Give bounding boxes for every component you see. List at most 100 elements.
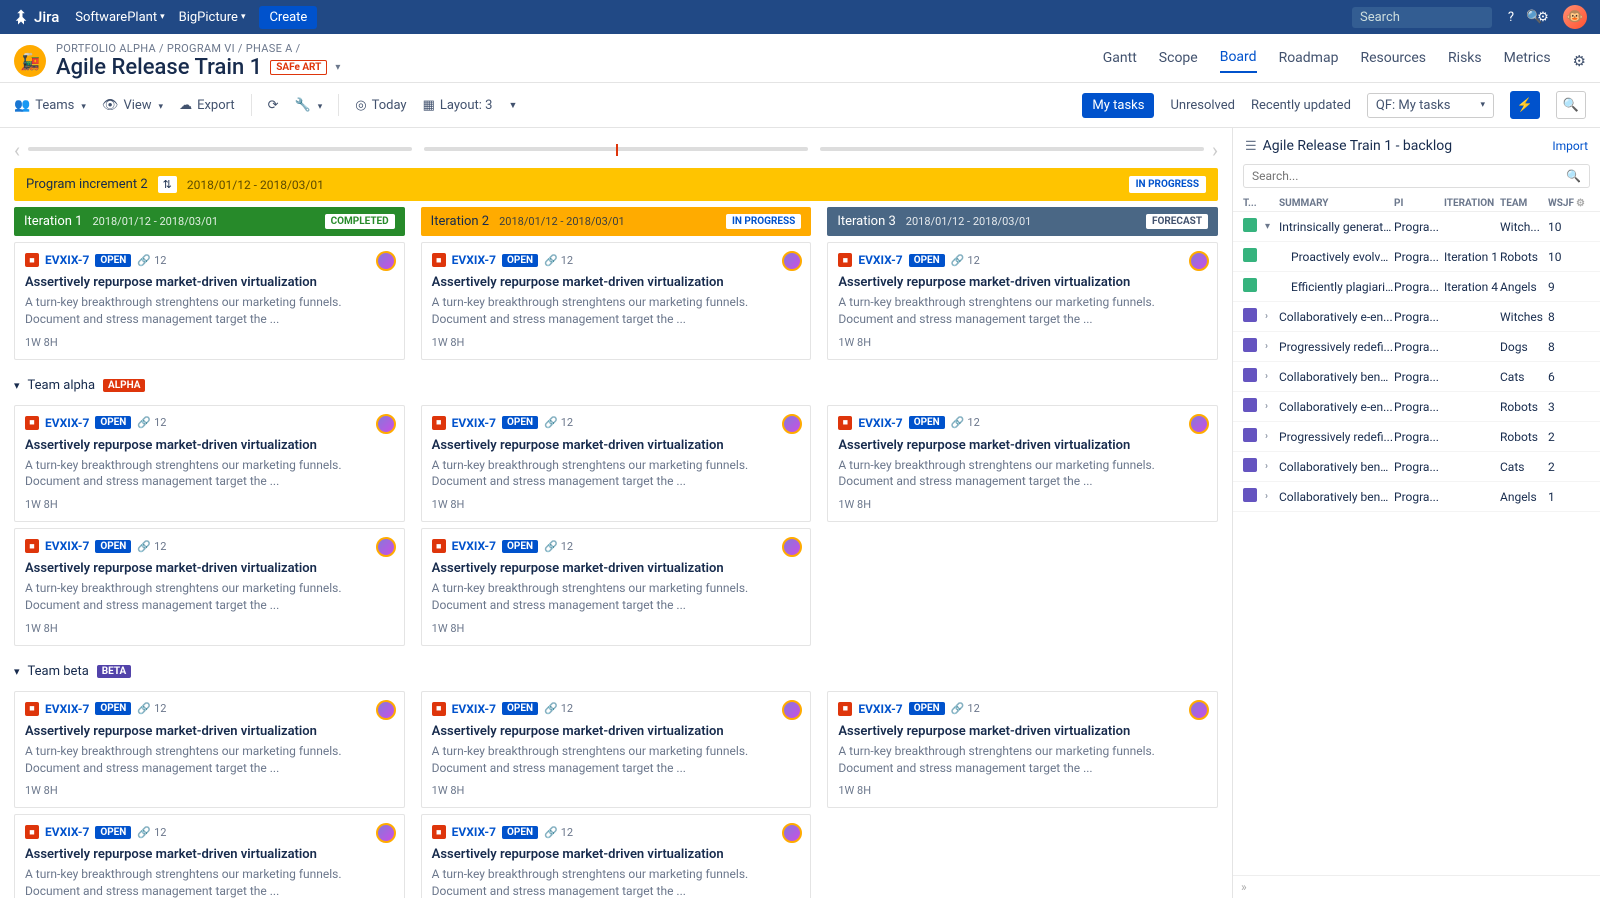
assignee-avatar[interactable] <box>376 700 396 720</box>
pi-expand-icon[interactable]: ⇅ <box>158 176 177 193</box>
settings-icon[interactable]: ⚙ <box>1530 4 1556 30</box>
quick-filter-select[interactable]: QF: My tasks▾ <box>1367 93 1494 118</box>
issue-key[interactable]: EVXIX-7 <box>452 253 496 267</box>
tab-scope[interactable]: Scope <box>1159 50 1198 72</box>
tab-board[interactable]: Board <box>1220 49 1257 73</box>
issue-key[interactable]: EVXIX-7 <box>45 253 89 267</box>
help-icon[interactable]: ? <box>1498 4 1524 30</box>
link-count[interactable]: 🔗12 <box>137 416 166 429</box>
filter-dropdown[interactable]: ▼ <box>508 100 517 111</box>
unresolved-filter[interactable]: Unresolved <box>1170 98 1235 113</box>
backlog-row[interactable]: ▾ Intrinsically generate... Progra... Wi… <box>1233 212 1600 242</box>
link-count[interactable]: 🔗12 <box>137 702 166 715</box>
board-settings-icon[interactable]: ⚙ <box>1573 52 1586 70</box>
bolt-button[interactable]: ⚡ <box>1510 91 1540 119</box>
backlog-search[interactable]: 🔍 <box>1243 164 1590 188</box>
expand-icon[interactable]: › <box>1265 401 1279 412</box>
wrench-dropdown[interactable]: 🔧 <box>295 98 323 113</box>
backlog-row[interactable]: Efficiently plagiariz... Progra... Itera… <box>1233 272 1600 302</box>
layout-dropdown[interactable]: ▦Layout: 3 <box>423 98 493 113</box>
assignee-avatar[interactable] <box>782 823 802 843</box>
title-dropdown[interactable]: ▾ <box>335 62 340 73</box>
backlog-row[interactable]: › Collaboratively e-en... Progra... Robo… <box>1233 392 1600 422</box>
jira-logo[interactable]: Jira <box>12 8 59 26</box>
assignee-avatar[interactable] <box>376 414 396 434</box>
tab-gantt[interactable]: Gantt <box>1103 50 1137 72</box>
user-avatar[interactable]: 🐵 <box>1562 4 1588 30</box>
expand-icon[interactable]: › <box>1265 431 1279 442</box>
issue-key[interactable]: EVXIX-7 <box>452 702 496 716</box>
backlog-row[interactable]: › Collaboratively benc... Progra... Cats… <box>1233 362 1600 392</box>
assignee-avatar[interactable] <box>1189 414 1209 434</box>
link-count[interactable]: 🔗12 <box>544 826 573 839</box>
backlog-row[interactable]: Proactively evolve... Progra... Iteratio… <box>1233 242 1600 272</box>
tab-resources[interactable]: Resources <box>1360 50 1426 72</box>
link-count[interactable]: 🔗12 <box>137 826 166 839</box>
link-count[interactable]: 🔗12 <box>544 416 573 429</box>
issue-key[interactable]: EVXIX-7 <box>45 539 89 553</box>
gear-icon[interactable]: ⚙ <box>1576 198 1590 209</box>
backlog-search-input[interactable] <box>1252 169 1566 183</box>
team-alpha-header[interactable]: ▾ Team alpha ALPHA <box>14 378 1218 393</box>
issue-card[interactable]: ■ EVXIX-7 OPEN 🔗12 Assertively repurpose… <box>14 405 405 523</box>
my-tasks-button[interactable]: My tasks <box>1082 93 1154 118</box>
team-beta-header[interactable]: ▾ Team beta BETA <box>14 664 1218 679</box>
expand-icon[interactable]: › <box>1265 371 1279 382</box>
issue-key[interactable]: EVXIX-7 <box>45 702 89 716</box>
search-button[interactable]: 🔍 <box>1556 91 1586 119</box>
link-count[interactable]: 🔗12 <box>544 702 573 715</box>
assignee-avatar[interactable] <box>782 537 802 557</box>
backlog-row[interactable]: › Collaboratively benc... Progra... Ange… <box>1233 482 1600 512</box>
link-count[interactable]: 🔗12 <box>951 416 980 429</box>
link-count[interactable]: 🔗12 <box>137 540 166 553</box>
export-button[interactable]: ☁Export <box>179 98 235 113</box>
issue-key[interactable]: EVXIX-7 <box>45 825 89 839</box>
global-search[interactable]: 🔍 <box>1352 7 1492 28</box>
project-icon[interactable]: 🚂 <box>14 45 46 77</box>
tab-roadmap[interactable]: Roadmap <box>1279 50 1339 72</box>
nav-softwareplant[interactable]: SoftwarePlant <box>75 10 164 25</box>
refresh-button[interactable]: ⟳ <box>268 98 279 113</box>
issue-card[interactable]: ■ EVXIX-7 OPEN 🔗12 Assertively repurpose… <box>14 691 405 809</box>
issue-card[interactable]: ■ EVXIX-7 OPEN 🔗12 Assertively repurpose… <box>827 405 1218 523</box>
tab-risks[interactable]: Risks <box>1448 50 1482 72</box>
issue-key[interactable]: EVXIX-7 <box>858 416 902 430</box>
assignee-avatar[interactable] <box>376 251 396 271</box>
issue-key[interactable]: EVXIX-7 <box>858 253 902 267</box>
create-button[interactable]: Create <box>259 6 317 29</box>
issue-card[interactable]: ■ EVXIX-7 OPEN 🔗12 Assertively repurpose… <box>827 691 1218 809</box>
issue-card[interactable]: ■ EVXIX-7 OPEN 🔗12 Assertively repurpose… <box>421 814 812 898</box>
issue-card[interactable]: ■ EVXIX-7 OPEN 🔗12 Assertively repurpose… <box>14 528 405 646</box>
assignee-avatar[interactable] <box>1189 700 1209 720</box>
issue-key[interactable]: EVXIX-7 <box>452 825 496 839</box>
issue-card[interactable]: ■ EVXIX-7 OPEN 🔗12 Assertively repurpose… <box>421 242 812 360</box>
teams-dropdown[interactable]: 👥Teams <box>14 98 86 113</box>
assignee-avatar[interactable] <box>782 251 802 271</box>
issue-card[interactable]: ■ EVXIX-7 OPEN 🔗12 Assertively repurpose… <box>14 814 405 898</box>
issue-key[interactable]: EVXIX-7 <box>45 416 89 430</box>
today-button[interactable]: ◎Today <box>355 98 406 113</box>
expand-icon[interactable]: ▾ <box>1265 221 1279 232</box>
expand-icon[interactable]: › <box>1265 461 1279 472</box>
recently-updated-filter[interactable]: Recently updated <box>1251 98 1351 113</box>
timeline-next[interactable]: › <box>1212 138 1218 162</box>
breadcrumb[interactable]: PORTFOLIO ALPHA / PROGRAM VI / PHASE A / <box>56 42 340 55</box>
issue-card[interactable]: ■ EVXIX-7 OPEN 🔗12 Assertively repurpose… <box>421 528 812 646</box>
issue-card[interactable]: ■ EVXIX-7 OPEN 🔗12 Assertively repurpose… <box>14 242 405 360</box>
issue-card[interactable]: ■ EVXIX-7 OPEN 🔗12 Assertively repurpose… <box>421 691 812 809</box>
timeline-prev[interactable]: ‹ <box>14 138 20 162</box>
link-count[interactable]: 🔗12 <box>137 254 166 267</box>
link-count[interactable]: 🔗12 <box>544 540 573 553</box>
expand-icon[interactable]: › <box>1265 341 1279 352</box>
expand-icon[interactable]: › <box>1265 491 1279 502</box>
link-count[interactable]: 🔗12 <box>951 702 980 715</box>
collapse-panel-icon[interactable]: » <box>1241 880 1247 894</box>
backlog-row[interactable]: › Progressively redefi... Progra... Dogs… <box>1233 332 1600 362</box>
issue-key[interactable]: EVXIX-7 <box>452 416 496 430</box>
assignee-avatar[interactable] <box>376 537 396 557</box>
backlog-row[interactable]: › Collaboratively e-en... Progra... Witc… <box>1233 302 1600 332</box>
link-count[interactable]: 🔗12 <box>544 254 573 267</box>
issue-key[interactable]: EVXIX-7 <box>452 539 496 553</box>
issue-key[interactable]: EVXIX-7 <box>858 702 902 716</box>
issue-card[interactable]: ■ EVXIX-7 OPEN 🔗12 Assertively repurpose… <box>827 242 1218 360</box>
